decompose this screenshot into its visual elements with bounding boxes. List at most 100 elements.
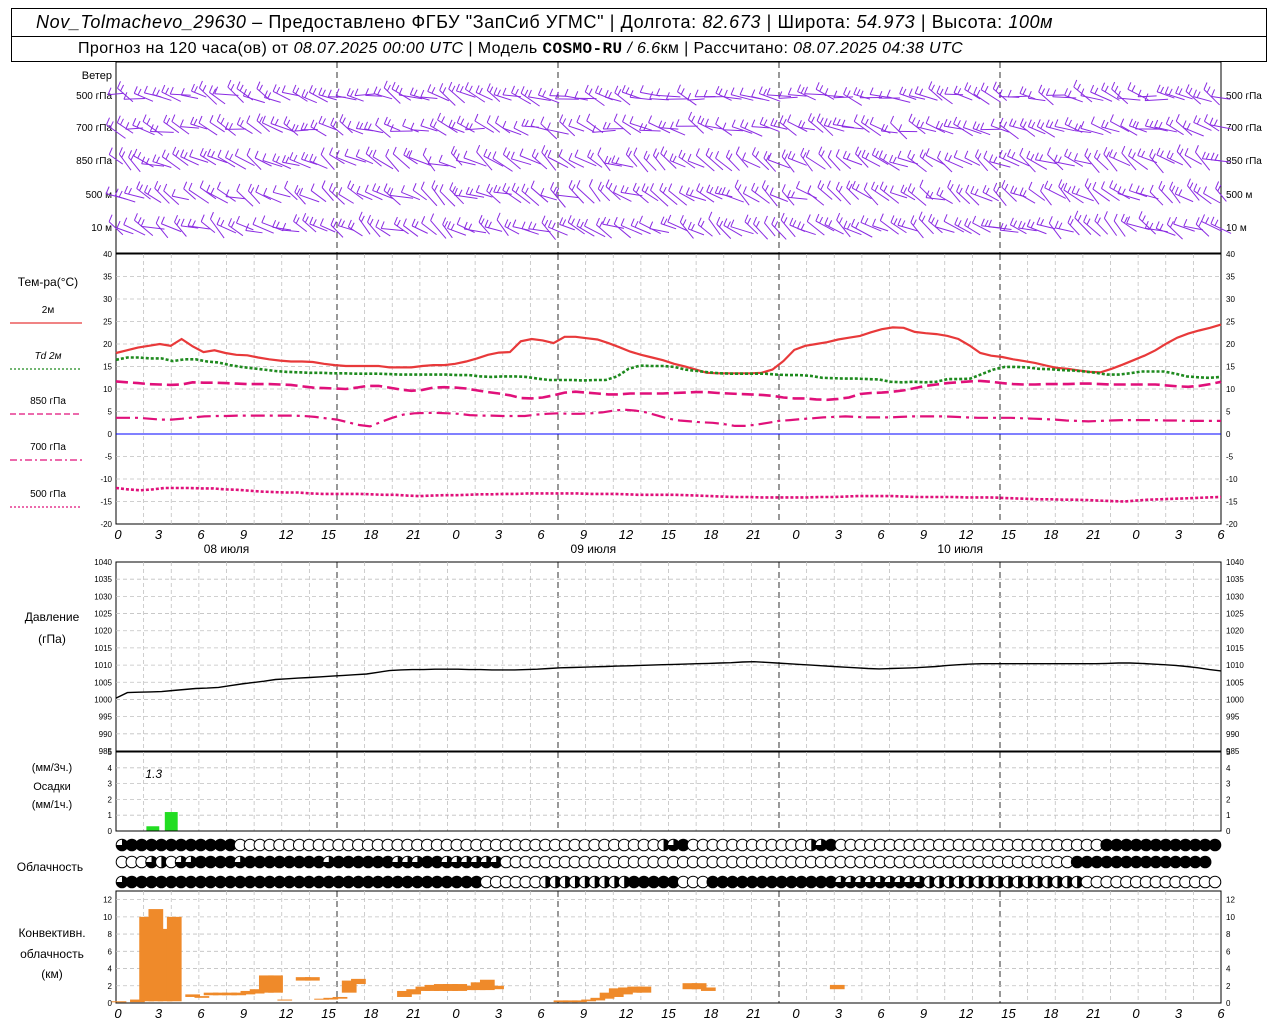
wind-barb-feather (737, 184, 742, 191)
x-tick-label: 0 (792, 527, 800, 542)
wind-barb-feather (1007, 149, 1011, 157)
wind-barb-staff (667, 221, 688, 232)
wind-barb-feather (487, 221, 492, 228)
wind-barb-feather (304, 91, 309, 98)
wind-barb-feather (1166, 217, 1171, 225)
wind-barb-feather (1053, 154, 1058, 162)
wind-barb-feather (819, 216, 823, 224)
wind-barb-feather (188, 182, 193, 191)
wind-barb-feather (372, 183, 377, 191)
wind-barb-feather (1193, 89, 1197, 97)
wind-barb-feather (1019, 187, 1024, 195)
wind-barb-staff (735, 153, 749, 168)
wind-barb-feather (807, 185, 812, 193)
wind-barb-feather (625, 147, 630, 155)
wind-barb-feather (931, 84, 935, 92)
wind-barb-feather (899, 86, 904, 94)
wind-barb-staff (944, 159, 964, 169)
x-tick-label: 12 (619, 527, 634, 542)
wind-barb-feather (890, 215, 895, 223)
wind-barb-feather (1007, 89, 1012, 98)
x-tick-label: 18 (1044, 1006, 1059, 1021)
wind-barb-feather (211, 151, 215, 158)
wind-barb-feather (689, 189, 694, 196)
wind-barb-feather (1058, 222, 1063, 229)
wind-barb-feather (911, 187, 916, 194)
wind-barb (375, 219, 391, 237)
wind-barb-staff (1121, 220, 1137, 232)
wind-barb (383, 183, 401, 206)
x-tick-label: 3 (1175, 527, 1183, 542)
wind-barb-feather (310, 119, 315, 127)
wind-barb (133, 213, 154, 237)
y-tick-label: 15 (1226, 363, 1235, 372)
legend-label: 700 гПа (30, 442, 66, 453)
wind-barb-feather (827, 150, 832, 158)
wind-barb (815, 213, 835, 232)
wind-barb-feather (999, 222, 1004, 231)
wind-barb-feather (402, 118, 407, 127)
wind-barb (1176, 144, 1192, 169)
wind-barb-staff (1127, 88, 1149, 101)
wind-barb (781, 149, 795, 173)
wind-barb-feather (1057, 156, 1062, 163)
wind-barb-feather (513, 120, 518, 129)
y-tick-label: 1005 (94, 678, 112, 687)
wind-barb-staff (1067, 222, 1080, 236)
wind-barb-feather (630, 218, 635, 226)
wind-barb-feather (1210, 216, 1215, 225)
wind-barb-feather (972, 121, 977, 129)
wind-barb-staff (1145, 125, 1168, 132)
wind-barb (1120, 213, 1137, 232)
wind-barb-feather (367, 123, 372, 130)
wind-barb-feather (936, 187, 941, 195)
wind-barb-feather (568, 118, 573, 127)
wind-barb (1203, 82, 1220, 106)
wind-barb-feather (478, 214, 483, 223)
wind-barb-feather (869, 116, 874, 125)
wind-barb-feather (947, 120, 952, 128)
wind-barb-feather (338, 187, 343, 195)
wind-barb-feather (172, 146, 177, 155)
x-tick-label: 15 (1001, 1006, 1016, 1021)
wind-barb-staff (256, 120, 271, 133)
wind-barb-feather (230, 83, 235, 91)
x-tick-label: 21 (745, 1006, 760, 1021)
wind-barb-feather (495, 115, 499, 123)
wind-barb-feather (256, 113, 261, 121)
wind-barb-feather (276, 86, 281, 94)
wind-barb-staff (1101, 89, 1120, 101)
wind-barb (540, 116, 558, 140)
wind-barb-feather (165, 87, 170, 95)
wind-barb-feather (396, 219, 401, 227)
wind-barb-feather (723, 218, 728, 226)
wind-barb-feather (700, 220, 705, 228)
wind-barb-feather (255, 184, 260, 193)
wind-barb (658, 120, 679, 130)
wind-barb (1064, 148, 1084, 167)
wind-barb-feather (161, 84, 166, 93)
wind-barb-feather (935, 120, 940, 129)
wind-barb (860, 215, 882, 232)
wind-barb-feather (730, 87, 735, 95)
wind-barb-feather (460, 118, 465, 125)
wind-barb-feather (928, 81, 933, 89)
wind-barb-feather (817, 180, 822, 188)
wind-barb-feather (1205, 217, 1210, 224)
wind-barb-staff (358, 218, 371, 235)
wind-barb-feather (690, 223, 695, 231)
wind-barb-staff (860, 222, 882, 232)
wind-barb-feather (1203, 114, 1208, 122)
wind-barb (1083, 214, 1101, 237)
wind-barb-feather (635, 186, 640, 193)
wind-barb-feather (180, 87, 185, 96)
convective-bar (305, 977, 320, 981)
wind-barb-feather (1113, 213, 1118, 222)
wind-barb (779, 115, 797, 136)
wind-barb-staff (124, 192, 145, 199)
wind-barb-feather (860, 115, 865, 123)
wind-barb-feather (1186, 123, 1191, 130)
wind-barb-feather (350, 222, 355, 229)
wind-barb (236, 183, 254, 207)
wind-barb-feather (930, 217, 935, 224)
